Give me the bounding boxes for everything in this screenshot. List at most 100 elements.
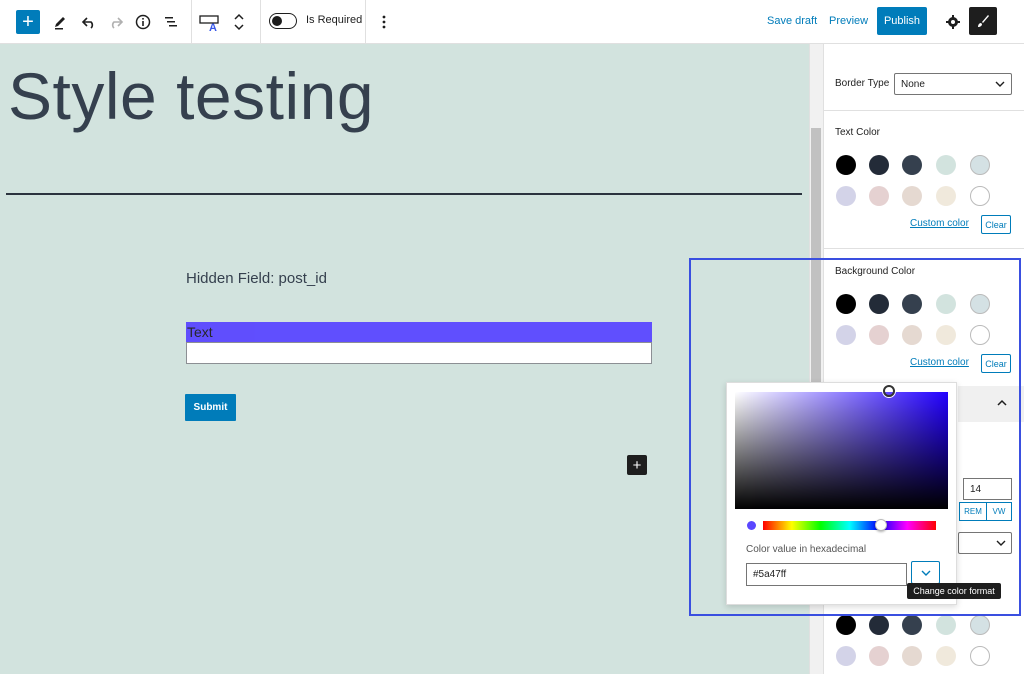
more-options-button[interactable] (374, 10, 394, 34)
styles-button[interactable] (969, 7, 997, 35)
chevron-up-icon (997, 399, 1007, 406)
chevron-down-icon (996, 540, 1006, 546)
move-block-controls[interactable] (230, 8, 248, 36)
typography-select[interactable] (958, 532, 1012, 554)
text-color-heading: Text Color (835, 127, 881, 138)
info-icon (135, 14, 151, 30)
chevron-up-icon[interactable] (233, 12, 245, 22)
color-swatch[interactable] (869, 615, 889, 635)
color-swatch[interactable] (902, 646, 922, 666)
sidebar-divider (823, 110, 1024, 111)
toolbar-divider (260, 0, 261, 44)
unit-rem-button[interactable]: REM (959, 502, 987, 521)
hue-slider[interactable] (763, 521, 936, 530)
canvas-scrollbar-thumb[interactable] (811, 128, 821, 388)
border-type-select[interactable]: None (894, 73, 1012, 95)
submit-button[interactable]: Submit (185, 394, 236, 421)
text-field-input[interactable] (186, 342, 652, 364)
background-color-heading: Background Color (835, 266, 916, 277)
text-color-clear-button[interactable]: Clear (981, 215, 1011, 234)
plus-icon: + (22, 11, 34, 33)
background-custom-color-link[interactable]: Custom color (910, 357, 969, 368)
redo-icon (111, 17, 124, 29)
chevron-down-icon[interactable] (233, 22, 245, 32)
text-field-block-icon: A (199, 15, 219, 32)
unit-vw-button[interactable]: VW (986, 502, 1012, 521)
plus-icon: + (632, 456, 642, 474)
color-swatch[interactable] (970, 186, 990, 206)
paintbrush-icon (978, 15, 989, 27)
hex-label: Color value in hexadecimal (746, 544, 867, 555)
color-swatch[interactable] (970, 615, 990, 635)
color-swatch[interactable] (936, 325, 956, 345)
color-swatch[interactable] (869, 325, 889, 345)
block-type-button[interactable]: A (198, 10, 222, 34)
vertical-ellipsis-icon (382, 15, 386, 29)
color-swatch[interactable] (836, 155, 856, 175)
undo-button[interactable] (77, 10, 101, 34)
pencil-icon (55, 17, 65, 30)
color-swatch[interactable] (902, 155, 922, 175)
color-swatch[interactable] (902, 615, 922, 635)
toggle-knob (272, 16, 282, 26)
color-swatch[interactable] (869, 646, 889, 666)
color-swatch[interactable] (836, 186, 856, 206)
font-size-input[interactable]: 14 (963, 478, 1012, 500)
color-swatch[interactable] (902, 186, 922, 206)
saturation-area[interactable] (735, 392, 948, 509)
is-required-toggle[interactable] (269, 13, 297, 29)
sidebar-divider (823, 248, 1024, 249)
color-swatch[interactable] (869, 155, 889, 175)
color-swatch[interactable] (836, 325, 856, 345)
saturation-handle[interactable] (883, 385, 895, 397)
is-required-label: Is Required (306, 14, 363, 26)
border-type-label: Border Type (835, 78, 890, 89)
hue-slider-handle[interactable] (875, 519, 887, 531)
color-swatch[interactable] (970, 155, 990, 175)
text-custom-color-link[interactable]: Custom color (910, 218, 969, 229)
background-color-clear-button[interactable]: Clear (981, 354, 1011, 373)
hidden-field-block[interactable]: Hidden Field: post_id (186, 270, 327, 287)
editor-toolbar: + A Is Required Save draft Preview Publi… (0, 0, 1024, 44)
add-block-button[interactable]: + (16, 10, 40, 34)
post-title[interactable]: Style testing (8, 58, 374, 134)
color-swatch[interactable] (902, 325, 922, 345)
color-swatch[interactable] (902, 294, 922, 314)
undo-icon (81, 17, 94, 29)
redo-button[interactable] (104, 10, 128, 34)
color-swatch[interactable] (936, 646, 956, 666)
text-field-label[interactable]: Text (186, 322, 652, 342)
separator-block[interactable] (6, 193, 802, 195)
preview-button[interactable]: Preview (829, 15, 868, 27)
color-swatch[interactable] (836, 294, 856, 314)
save-draft-button[interactable]: Save draft (767, 15, 817, 27)
typography-panel-header[interactable] (958, 386, 1024, 422)
color-swatch[interactable] (970, 294, 990, 314)
toolbar-divider (365, 0, 366, 44)
color-swatch[interactable] (970, 325, 990, 345)
details-button[interactable] (131, 10, 155, 34)
publish-button[interactable]: Publish (877, 7, 927, 35)
chevron-down-icon (921, 570, 930, 576)
change-color-format-tooltip: Change color format (907, 583, 1001, 599)
color-swatch[interactable] (836, 646, 856, 666)
block-inserter-button[interactable]: + (627, 455, 647, 475)
chevron-down-icon (995, 81, 1005, 87)
color-swatch[interactable] (936, 294, 956, 314)
border-type-value: None (901, 78, 925, 90)
color-swatch[interactable] (936, 155, 956, 175)
settings-button[interactable] (941, 10, 965, 34)
change-color-format-button[interactable] (911, 561, 940, 584)
color-swatch[interactable] (869, 294, 889, 314)
color-swatch[interactable] (970, 646, 990, 666)
gear-icon (946, 15, 960, 29)
color-swatch[interactable] (836, 615, 856, 635)
list-view-button[interactable] (159, 10, 183, 34)
current-color-preview (747, 521, 756, 530)
color-swatch[interactable] (936, 186, 956, 206)
list-view-icon (165, 17, 177, 27)
color-swatch[interactable] (936, 615, 956, 635)
color-swatch[interactable] (869, 186, 889, 206)
edit-tool-button[interactable] (48, 10, 72, 34)
hex-input[interactable]: #5a47ff (746, 563, 907, 586)
